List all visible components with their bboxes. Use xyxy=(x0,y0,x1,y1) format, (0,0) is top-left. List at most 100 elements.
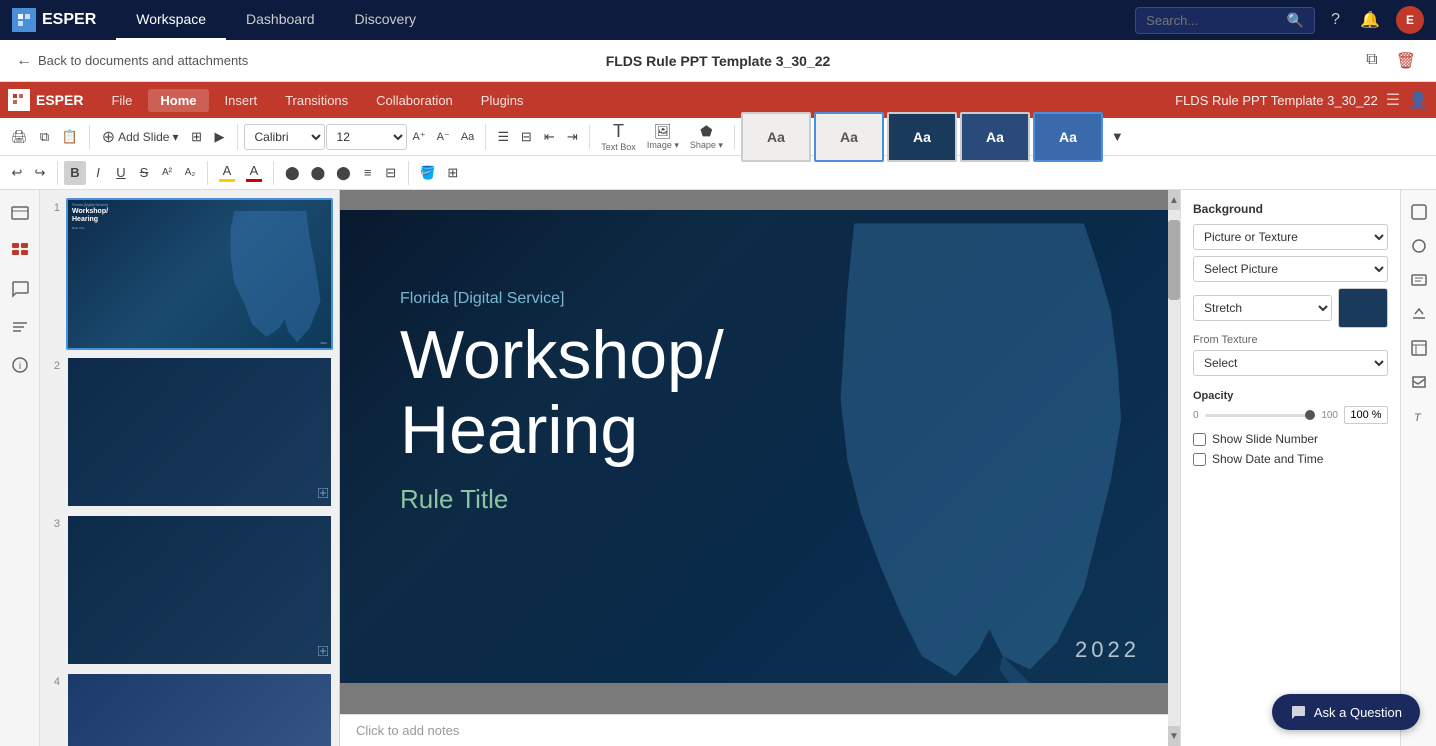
from-texture-select[interactable]: Select xyxy=(1193,350,1388,376)
slide-thumb-2[interactable] xyxy=(66,356,333,508)
scroll-down-btn[interactable]: ▼ xyxy=(1168,726,1180,746)
column-btn[interactable]: ⊟ xyxy=(380,161,402,185)
paste-btn[interactable]: 📋 xyxy=(57,125,83,149)
theme-4[interactable]: Aa xyxy=(960,112,1030,162)
copy-icon[interactable]: ⧉ xyxy=(1362,49,1381,73)
right-icon-2[interactable] xyxy=(1405,232,1433,260)
back-link[interactable]: ← Back to documents and attachments xyxy=(16,52,248,70)
theme-2[interactable]: Aa xyxy=(814,112,884,162)
indent-increase-btn[interactable]: ⇥ xyxy=(561,125,583,149)
font-increase-btn[interactable]: A⁺ xyxy=(408,125,431,149)
indent-decrease-btn[interactable]: ⇤ xyxy=(538,125,560,149)
comments-icon[interactable] xyxy=(5,274,35,304)
image-btn[interactable]: 🖼 Image ▾ xyxy=(642,125,684,149)
themes-expand-btn[interactable]: ▼ xyxy=(1106,125,1129,149)
right-icon-1[interactable] xyxy=(1405,198,1433,226)
ribbon-tab-plugins[interactable]: Plugins xyxy=(469,89,536,112)
opacity-thumb[interactable] xyxy=(1305,410,1315,420)
font-decrease-btn[interactable]: A⁻ xyxy=(432,125,455,149)
font-size-select[interactable]: 12 xyxy=(326,124,407,150)
right-icon-5[interactable] xyxy=(1405,334,1433,362)
theme-1[interactable]: Aa xyxy=(741,112,811,162)
slide-view-btn[interactable]: ▶ xyxy=(209,125,231,149)
notifications-icon[interactable]: 🔔 xyxy=(1356,6,1384,34)
add-slide-button[interactable]: ⊕ Add Slide ▾ xyxy=(96,124,185,150)
notes-area[interactable]: Click to add notes xyxy=(340,714,1180,746)
bullet-list-btn[interactable]: ☰ xyxy=(492,125,514,149)
underline-btn[interactable]: U xyxy=(110,161,132,185)
scroll-track[interactable] xyxy=(1168,210,1180,726)
shape-btn[interactable]: ⬟ Shape ▾ xyxy=(685,125,728,149)
thumbnails-icon[interactable] xyxy=(5,236,35,266)
color-preview[interactable] xyxy=(1338,288,1388,328)
ask-question-button[interactable]: Ask a Question xyxy=(1272,694,1420,730)
slide-thumb-3[interactable] xyxy=(66,514,333,666)
copy-btn[interactable]: ⧉ xyxy=(34,125,56,149)
slide-number-2: 2 xyxy=(46,360,60,372)
nav-tab-dashboard[interactable]: Dashboard xyxy=(226,0,335,40)
theme-5[interactable]: Aa xyxy=(1033,112,1103,162)
opacity-slider[interactable] xyxy=(1205,414,1316,417)
right-icon-4[interactable] xyxy=(1405,300,1433,328)
show-date-time-checkbox[interactable] xyxy=(1193,453,1206,466)
delete-icon[interactable]: 🗑 xyxy=(1392,49,1420,73)
align-left-btn[interactable]: ⬤ xyxy=(280,161,305,185)
search-box[interactable]: 🔍 xyxy=(1135,7,1315,34)
superscript-btn[interactable]: A² xyxy=(156,161,178,185)
slide-thumb-4[interactable] xyxy=(66,672,333,746)
info-icon[interactable]: i xyxy=(5,350,35,380)
italic-btn[interactable]: I xyxy=(87,161,109,185)
main-slide-canvas[interactable]: Florida [Digital Service] Workshop/ Hear… xyxy=(340,210,1180,683)
print-btn[interactable]: 🖨 xyxy=(6,125,33,149)
ribbon-user-icon[interactable]: 👤 xyxy=(1408,90,1428,110)
outline-icon[interactable] xyxy=(5,312,35,342)
strikethrough-btn[interactable]: S xyxy=(133,161,155,185)
ribbon-tab-home[interactable]: Home xyxy=(148,89,208,112)
font-case-btn[interactable]: Aa xyxy=(456,125,479,149)
stretch-select[interactable]: Stretch xyxy=(1193,295,1332,321)
ribbon-tab-insert[interactable]: Insert xyxy=(213,89,270,112)
number-list-btn[interactable]: ⊟ xyxy=(515,125,537,149)
align-center-btn[interactable]: ⬤ xyxy=(306,161,331,185)
right-icon-7[interactable]: T xyxy=(1405,402,1433,430)
font-family-select[interactable]: Calibri xyxy=(244,124,325,150)
nav-tab-workspace[interactable]: Workspace xyxy=(116,0,226,40)
arrange-btn[interactable]: ⊞ xyxy=(442,161,464,185)
slide-thumb-1[interactable]: Florida [Digital Service] Workshop/Heari… xyxy=(66,198,333,350)
textbox-btn[interactable]: T Text Box xyxy=(596,125,641,149)
show-slide-number-checkbox[interactable] xyxy=(1193,433,1206,446)
help-icon[interactable]: ? xyxy=(1327,7,1344,33)
slide-thumb-inner-3 xyxy=(68,516,331,664)
right-icon-3[interactable] xyxy=(1405,266,1433,294)
select-picture-select[interactable]: Select Picture xyxy=(1193,256,1388,282)
canvas-scrollbar[interactable]: ▲ ▼ xyxy=(1168,190,1180,746)
line-spacing-btn[interactable]: ≡ xyxy=(357,161,379,185)
app-logo[interactable]: ESPER xyxy=(12,8,96,32)
bold-btn[interactable]: B xyxy=(64,161,86,185)
subscript-btn[interactable]: A₂ xyxy=(179,161,201,185)
background-section: Background Picture or Texture Select Pic… xyxy=(1193,202,1388,376)
slides-icon[interactable] xyxy=(5,198,35,228)
highlight-color-btn[interactable]: A xyxy=(214,161,240,185)
ribbon-tab-transitions[interactable]: Transitions xyxy=(273,89,360,112)
nav-tab-discovery[interactable]: Discovery xyxy=(335,0,436,40)
user-avatar[interactable]: E xyxy=(1396,6,1424,34)
font-color-btn[interactable]: A xyxy=(241,161,267,185)
background-type-select[interactable]: Picture or Texture xyxy=(1193,224,1388,250)
align-right-btn[interactable]: ⬤ xyxy=(331,161,356,185)
canvas-scroll-area[interactable]: Florida [Digital Service] Workshop/ Hear… xyxy=(340,190,1180,714)
redo-btn[interactable]: ↪ xyxy=(29,161,51,185)
fill-btn[interactable]: 🪣 xyxy=(415,161,441,185)
undo-btn[interactable]: ↩ xyxy=(6,161,28,185)
right-icon-6[interactable] xyxy=(1405,368,1433,396)
scroll-thumb[interactable] xyxy=(1168,220,1180,300)
color-group: A A xyxy=(214,161,274,185)
search-input[interactable] xyxy=(1146,13,1281,28)
opacity-value[interactable]: 100 % xyxy=(1344,406,1388,424)
theme-3[interactable]: Aa xyxy=(887,112,957,162)
ribbon-tab-collaboration[interactable]: Collaboration xyxy=(364,89,465,112)
ribbon-menu-icon[interactable]: ☰ xyxy=(1386,90,1400,110)
scroll-up-btn[interactable]: ▲ xyxy=(1168,190,1180,210)
ribbon-tab-file[interactable]: File xyxy=(99,89,144,112)
slide-layout-btn[interactable]: ⊞ xyxy=(186,125,208,149)
